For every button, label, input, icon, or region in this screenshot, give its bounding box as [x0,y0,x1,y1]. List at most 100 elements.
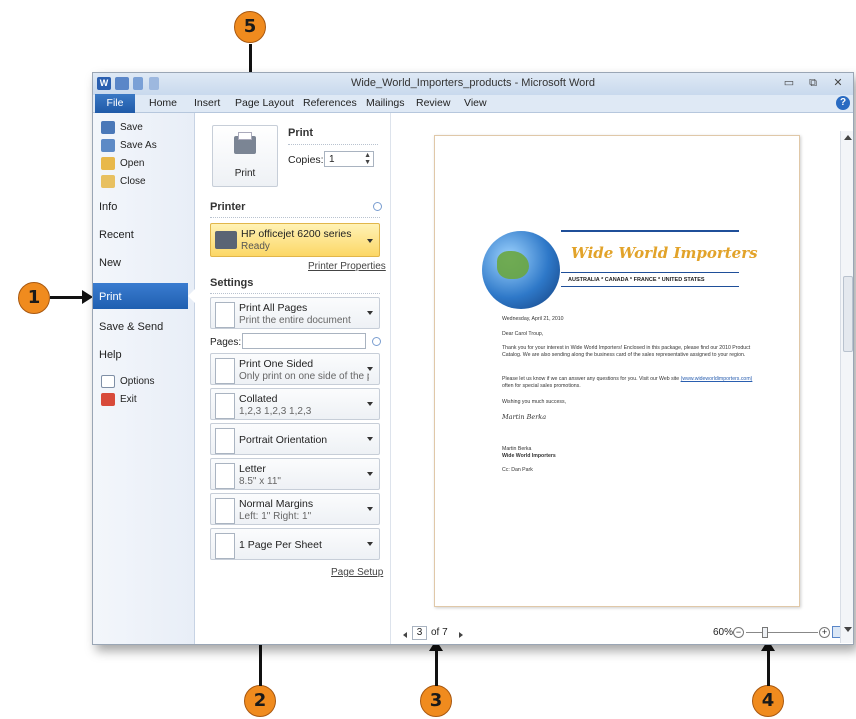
nav-close[interactable]: Close [101,173,146,190]
pages-per-sheet-dropdown[interactable]: 1 Page Per Sheet [210,528,380,560]
nav-save-send[interactable]: Save & Send [99,321,163,333]
pages-per-sheet-label: 1 Page Per Sheet [239,539,322,551]
copies-input[interactable]: 1 ▲ ▼ [324,151,374,167]
help-icon[interactable]: ? [836,96,850,110]
close-button[interactable]: ✕ [830,76,846,91]
zoom-slider-thumb[interactable] [762,627,768,638]
chevron-down-icon [367,472,373,476]
tab-file[interactable]: File [95,94,135,113]
sides-label: Print One Sided [239,358,314,370]
printer-status: Ready [241,241,270,252]
paper-size-desc: 8.5" x 11" [239,476,281,487]
nav-save[interactable]: Save [101,119,143,136]
callout-1-arrow [50,296,84,299]
zoom-out-icon[interactable]: − [733,627,744,638]
printer-device-icon [215,231,237,249]
signer-company: Wide World Importers [502,453,556,459]
tab-view[interactable]: View [464,97,487,109]
nav-new[interactable]: New [99,257,121,269]
nav-options[interactable]: Options [101,373,154,390]
orientation-dropdown[interactable]: Portrait Orientation [210,423,380,455]
pages-label: Pages: [210,337,242,348]
nav-save-as[interactable]: Save As [101,137,157,154]
word-window: W Wide_World_Importers_products - Micros… [92,72,854,645]
scroll-up-icon[interactable] [844,135,852,140]
letter-paragraph-2: Please let us know if we can answer any … [502,376,754,390]
orientation-label: Portrait Orientation [239,434,328,446]
zoom-slider-track[interactable] [746,632,818,633]
printer-properties-link[interactable]: Printer Properties [308,261,386,272]
window-title: Wide_World_Importers_products - Microsof… [350,77,596,89]
margins-desc: Left: 1" Right: 1" [239,511,312,522]
exit-icon [101,393,115,406]
collation-dropdown[interactable]: Collated 1,2,3 1,2,3 1,2,3 [210,388,380,420]
preview-scrollbar[interactable] [840,131,853,643]
nav-help[interactable]: Help [99,349,122,361]
print-header: Print [288,127,314,139]
printer-paper-icon [238,132,252,140]
portrait-icon [215,428,235,454]
zoom-in-icon[interactable]: + [819,627,830,638]
minimize-button[interactable]: ▭ [781,76,797,91]
copies-spinner-icon[interactable]: ▲ ▼ [364,152,371,166]
callout-2: 2 [244,685,276,717]
nav-exit[interactable]: Exit [101,391,137,408]
paper-size-dropdown[interactable]: Letter 8.5" x 11" [210,458,380,490]
printer-header: Printer [210,201,246,213]
tab-insert[interactable]: Insert [194,97,220,109]
chevron-down-icon [367,367,373,371]
print-button[interactable]: Print [212,125,278,187]
page-count: of 7 [431,627,448,638]
ribbon-tabs: Home Insert Page Layout References Maili… [93,95,853,113]
letter-date: Wednesday, April 21, 2010 [502,316,564,322]
print-preview-pane: Wide World Importers AUSTRALIA * CANADA … [391,113,843,644]
letter-paragraph-2b: often for special sales promotions. [502,383,581,389]
callout-3: 3 [420,685,452,717]
nav-open[interactable]: Open [101,155,144,172]
tab-review[interactable]: Review [416,97,450,109]
page-number-input[interactable]: 3 [412,626,427,640]
printer-name: HP officejet 6200 series [241,228,352,240]
globe-land-icon [497,251,529,279]
countries-line: AUSTRALIA * CANADA * FRANCE * UNITED STA… [568,277,705,283]
pages-info-icon [372,337,381,346]
tab-page-layout[interactable]: Page Layout [235,97,294,109]
nav-info[interactable]: Info [99,201,117,213]
close-folder-icon [101,175,115,188]
save-as-icon [101,139,115,152]
callout-4: 4 [752,685,784,717]
margins-dropdown[interactable]: Normal Margins Left: 1" Right: 1" [210,493,380,525]
scroll-down-icon[interactable] [844,627,852,632]
tab-mailings[interactable]: Mailings [366,97,405,109]
preview-page: Wide World Importers AUSTRALIA * CANADA … [434,135,800,607]
nav-print-label: Print [99,291,122,303]
settings-header-rule [210,293,380,294]
page-setup-link[interactable]: Page Setup [331,567,383,578]
letterhead-rule-top [561,230,739,232]
letter-signature: Martin Berka [502,413,547,421]
scroll-thumb[interactable] [843,276,853,352]
letter-cc: Cc: Dan Park [502,467,533,473]
print-button-label: Print [234,168,256,179]
nav-options-label: Options [120,376,155,387]
next-page-icon[interactable] [459,632,463,638]
tab-home[interactable]: Home [149,97,177,109]
chevron-down-icon [367,507,373,511]
prev-page-icon[interactable] [403,632,407,638]
website-link: (www.wideworldimporters.com) [680,376,753,382]
sides-dropdown[interactable]: Print One Sided Only print on one side o… [210,353,380,385]
restore-button[interactable]: ⧉ [805,76,821,91]
nav-open-label: Open [120,158,145,169]
pages-per-sheet-icon [215,533,235,559]
pages-input[interactable] [242,333,366,349]
print-range-dropdown[interactable]: Print All Pages Print the entire documen… [210,297,380,329]
printer-dropdown[interactable]: HP officejet 6200 series Ready [210,223,380,257]
tab-references[interactable]: References [303,97,357,109]
options-icon [101,375,115,388]
print-header-rule [288,144,378,145]
printer-dropdown-caret-icon [367,239,373,243]
print-range-label: Print All Pages [239,302,308,314]
copies-label: Copies: [288,154,324,166]
backstage-nav: Save Save As Open Close Info Recent New … [93,113,196,644]
nav-recent[interactable]: Recent [99,229,134,241]
